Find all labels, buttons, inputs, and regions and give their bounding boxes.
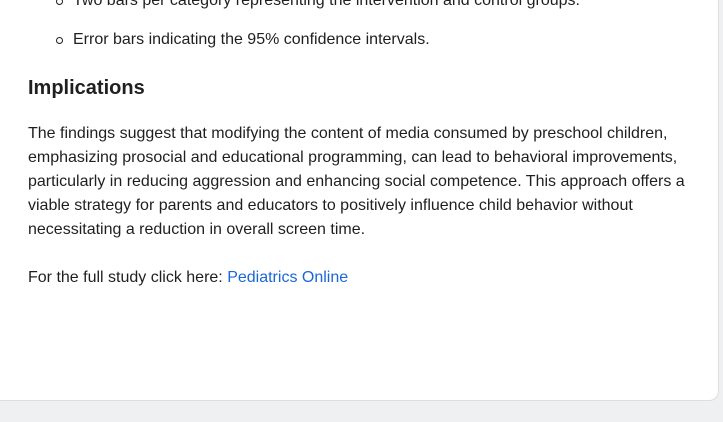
hollow-circle-bullet-icon [56,37,63,44]
study-link-line: For the full study click here: Pediatric… [28,266,348,290]
hollow-circle-bullet-icon [56,0,63,5]
pediatrics-online-link[interactable]: Pediatrics Online [227,269,348,286]
list-item: Two bars per category representing the i… [56,0,580,12]
list-item-text: Error bars indicating the 95% confidence… [73,31,430,48]
list-item: Error bars indicating the 95% confidence… [56,29,430,51]
implications-paragraph: The findings suggest that modifying the … [28,125,685,238]
content-card: Two bars per category representing the i… [0,0,719,401]
section-heading: Implications [28,77,145,99]
list-item-text: Two bars per category representing the i… [73,0,580,9]
study-link-prefix: For the full study click here: [28,269,228,286]
page-background-strip [0,401,723,422]
